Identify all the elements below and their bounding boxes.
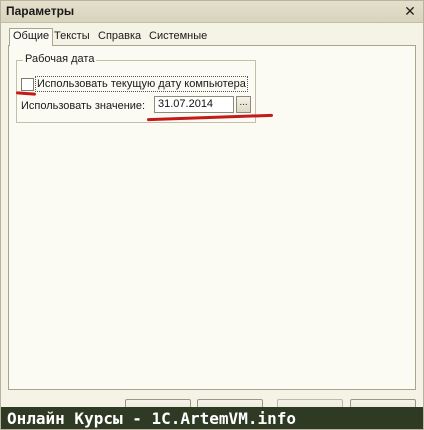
tab-general[interactable]: Общие [9, 28, 54, 46]
watermark-banner: Онлайн Курсы - 1C.ArtemVM.info [1, 407, 423, 429]
tab-system[interactable]: Системные [149, 29, 207, 44]
tab-help[interactable]: Справка [98, 29, 141, 44]
close-icon[interactable]: ✕ [401, 2, 419, 20]
window-title: Параметры [6, 4, 75, 18]
use-computer-date-label[interactable]: Использовать текущую дату компьютера [35, 76, 248, 92]
tab-texts[interactable]: Тексты [54, 29, 90, 44]
date-picker-button[interactable]: ... [236, 96, 251, 113]
group-title: Рабочая дата [23, 53, 97, 65]
checkbox-icon[interactable] [21, 78, 34, 91]
work-date-group: Рабочая дата Использовать текущую дату к… [16, 53, 256, 123]
use-value-label: Использовать значение: [21, 100, 146, 112]
parameters-dialog: Параметры ✕ Общие Тексты Справка Системн… [0, 0, 424, 430]
title-bar[interactable]: Параметры ✕ [1, 1, 423, 23]
banner-text: Онлайн Курсы - 1C.ArtemVM.info [7, 409, 296, 428]
date-value-input[interactable]: 31.07.2014 [154, 96, 234, 113]
tab-panel-general: Рабочая дата Использовать текущую дату к… [8, 45, 416, 390]
